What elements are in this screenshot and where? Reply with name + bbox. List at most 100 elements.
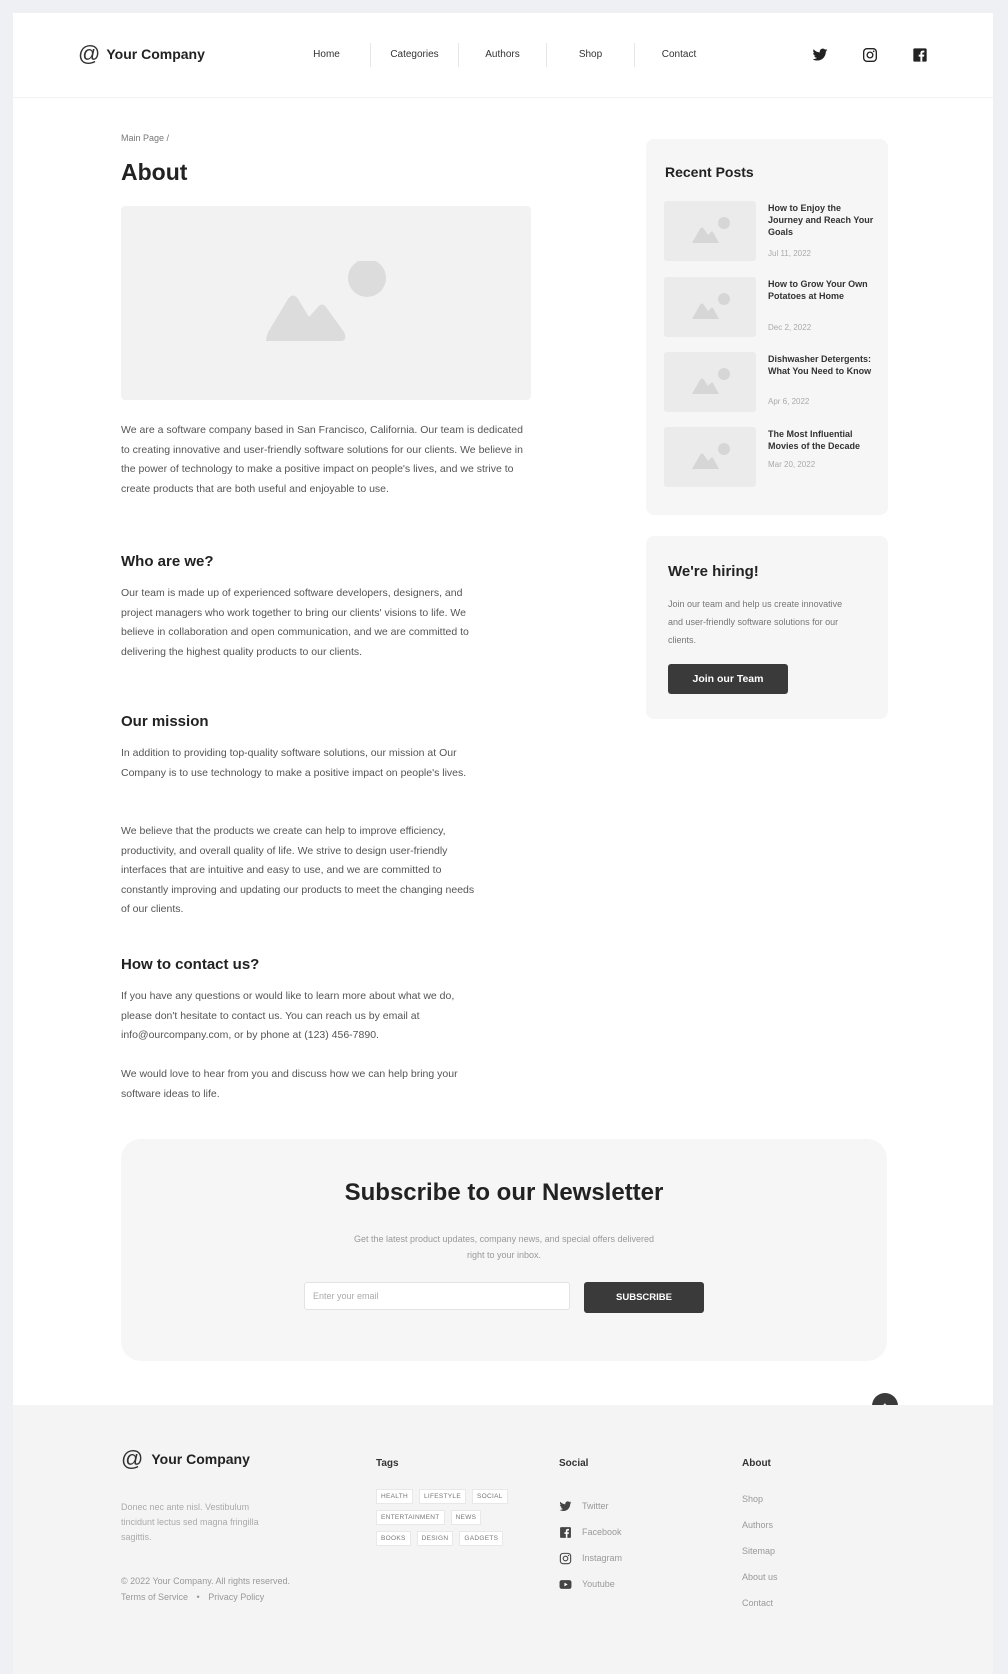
newsletter-section: Subscribe to our Newsletter Get the late… (121, 1139, 887, 1361)
privacy-link[interactable]: Privacy Policy (208, 1592, 264, 1602)
at-icon: @ (78, 41, 101, 66)
footer-link-contact[interactable]: Contact (742, 1597, 778, 1623)
post-title[interactable]: Dishwasher Detergents: What You Need to … (768, 353, 878, 377)
nav-authors[interactable]: Authors (459, 43, 547, 67)
hiring-title: We're hiring! (668, 563, 759, 580)
tag-lifestyle[interactable]: LIFESTYLE (418, 1489, 466, 1504)
social-label: Youtube (582, 1579, 615, 1589)
image-placeholder-icon (692, 443, 730, 469)
footer-logo[interactable]: @ Your Company (121, 1448, 250, 1470)
footer-description: Donec nec ante nisl. Vestibulum tincidun… (121, 1502, 259, 1542)
post-thumbnail (664, 427, 756, 487)
nav-categories[interactable]: Categories (371, 43, 459, 67)
about-list: Shop Authors Sitemap About us Contact (742, 1493, 778, 1623)
footer-link-shop[interactable]: Shop (742, 1493, 778, 1519)
social-twitter[interactable]: Twitter (559, 1493, 622, 1519)
email-input[interactable] (304, 1282, 570, 1310)
recent-posts: Recent Posts How to Enjoy the Journey an… (646, 139, 888, 515)
tag-news[interactable]: NEWS (450, 1510, 482, 1525)
youtube-icon (559, 1579, 572, 1589)
post-item[interactable]: How to Grow Your Own Potatoes at Home De… (664, 277, 879, 339)
footer-link-sitemap[interactable]: Sitemap (742, 1545, 778, 1571)
post-thumbnail (664, 277, 756, 337)
image-placeholder-icon (692, 293, 730, 319)
about-heading: About (742, 1458, 771, 1469)
tag-health[interactable]: HEALTH (376, 1489, 413, 1504)
social-youtube[interactable]: Youtube (559, 1571, 622, 1597)
newsletter-text: Get the latest product updates, company … (354, 1234, 655, 1260)
header-social (812, 47, 928, 63)
nav-home[interactable]: Home (283, 43, 371, 67)
hiring-card: We're hiring! Join our team and help us … (646, 536, 888, 719)
footer-legal: © 2022 Your Company. All rights reserved… (121, 1573, 290, 1605)
tag-books[interactable]: BOOKS (376, 1531, 411, 1546)
who-text: Our team is made up of experienced softw… (121, 587, 469, 658)
facebook-icon (560, 1526, 571, 1538)
page-title: About (121, 159, 188, 185)
recent-posts-title: Recent Posts (665, 164, 754, 180)
twitter-icon[interactable] (812, 47, 828, 63)
nav-contact[interactable]: Contact (635, 43, 723, 67)
social-label: Twitter (582, 1501, 609, 1511)
separator-dot: • (196, 1592, 200, 1602)
site-header: @ Your Company Home Categories Authors S… (13, 13, 993, 98)
post-item[interactable]: Dishwasher Detergents: What You Need to … (664, 352, 879, 414)
tag-list: HEALTH LIFESTYLE SOCIAL ENTERTAINMENT NE… (376, 1489, 521, 1546)
post-date: Jul 11, 2022 (768, 249, 811, 258)
newsletter-title: Subscribe to our Newsletter (344, 1179, 664, 1206)
join-team-button[interactable]: Join our Team (668, 664, 788, 694)
facebook-icon[interactable] (912, 47, 928, 63)
post-thumbnail (664, 201, 756, 261)
tag-gadgets[interactable]: GADGETS (459, 1531, 504, 1546)
subscribe-button[interactable]: SUBSCRIBE (584, 1282, 704, 1313)
terms-link[interactable]: Terms of Service (121, 1592, 188, 1602)
footer-logo-text: Your Company (151, 1451, 250, 1467)
logo[interactable]: @ Your Company (78, 43, 205, 65)
instagram-icon[interactable] (862, 47, 878, 63)
tags-heading: Tags (376, 1458, 399, 1469)
tag-design[interactable]: DESIGN (416, 1531, 454, 1546)
at-icon: @ (121, 1446, 144, 1471)
contact-text-2: We would love to hear from you and discu… (121, 1068, 458, 1100)
mission-text-1: In addition to providing top-quality sof… (121, 747, 467, 779)
nav-shop[interactable]: Shop (547, 43, 635, 67)
site-footer: @ Your Company Donec nec ante nisl. Vest… (13, 1405, 993, 1674)
logo-text: Your Company (106, 46, 205, 62)
post-title[interactable]: The Most Influential Movies of the Decad… (768, 428, 878, 452)
tag-entertainment[interactable]: ENTERTAINMENT (376, 1510, 445, 1525)
social-facebook[interactable]: Facebook (559, 1519, 622, 1545)
post-title[interactable]: How to Grow Your Own Potatoes at Home (768, 278, 878, 302)
intro-text: We are a software company based in San F… (121, 424, 523, 495)
image-placeholder-icon (692, 217, 730, 243)
social-label: Instagram (582, 1553, 623, 1563)
post-item[interactable]: The Most Influential Movies of the Decad… (664, 427, 879, 489)
image-placeholder-icon (692, 368, 730, 394)
breadcrumb[interactable]: Main Page / (121, 133, 169, 143)
post-item[interactable]: How to Enjoy the Journey and Reach Your … (664, 201, 879, 263)
copyright-text: © 2022 Your Company. All rights reserved… (121, 1576, 291, 1586)
post-date: Mar 20, 2022 (768, 460, 816, 469)
footer-link-authors[interactable]: Authors (742, 1519, 778, 1545)
hero-image (121, 206, 531, 400)
mission-heading: Our mission (121, 713, 209, 730)
social-instagram[interactable]: Instagram (559, 1545, 622, 1571)
instagram-icon (559, 1552, 572, 1564)
image-placeholder-icon (266, 261, 386, 341)
page: @ Your Company Home Categories Authors S… (13, 13, 993, 1674)
post-title[interactable]: How to Enjoy the Journey and Reach Your … (768, 202, 878, 238)
footer-link-about-us[interactable]: About us (742, 1571, 778, 1597)
post-thumbnail (664, 352, 756, 412)
contact-heading: How to contact us? (121, 956, 260, 973)
contact-text-1: If you have any questions or would like … (121, 990, 455, 1041)
who-heading: Who are we? (121, 553, 214, 570)
main-nav: Home Categories Authors Shop Contact (283, 43, 723, 67)
social-heading: Social (559, 1458, 589, 1469)
hiring-text: Join our team and help us create innovat… (668, 599, 843, 645)
twitter-icon (559, 1500, 572, 1511)
post-date: Apr 6, 2022 (768, 397, 810, 406)
social-list: Twitter Facebook Instagram Youtube (559, 1493, 622, 1597)
mission-text-2: We believe that the products we create c… (121, 825, 475, 915)
tag-social[interactable]: SOCIAL (472, 1489, 508, 1504)
social-label: Facebook (582, 1527, 622, 1537)
post-date: Dec 2, 2022 (768, 323, 812, 332)
